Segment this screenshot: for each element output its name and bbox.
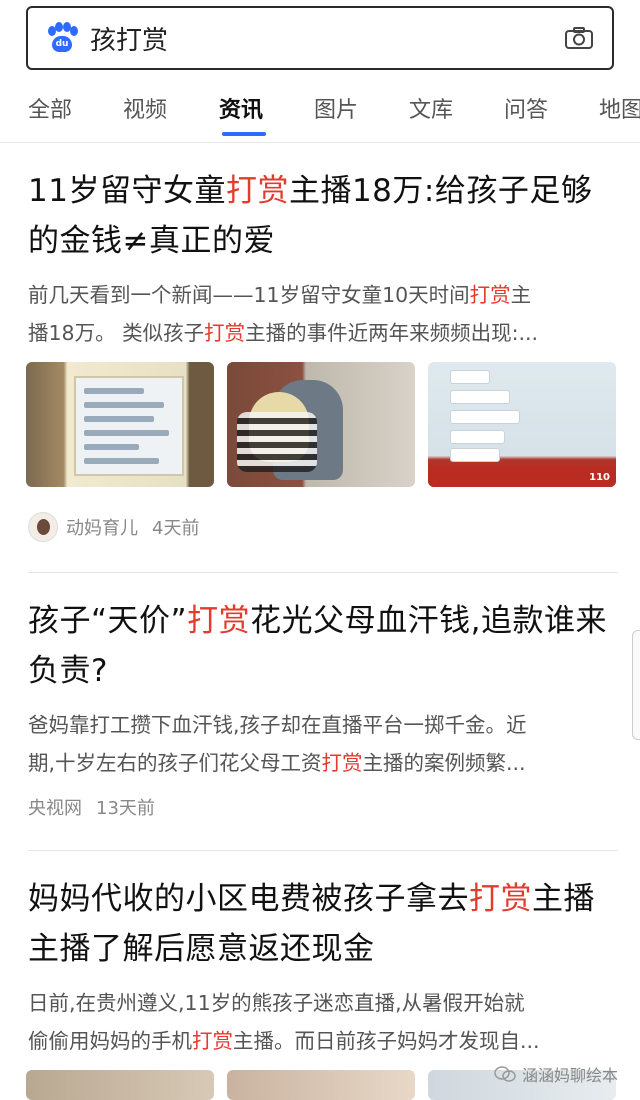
- item-divider: [28, 850, 618, 851]
- thumbnail-partial[interactable]: [26, 1070, 214, 1100]
- tab-library[interactable]: 文库: [409, 92, 453, 124]
- tab-news[interactable]: 资讯: [219, 92, 263, 124]
- tab-map[interactable]: 地图: [599, 92, 640, 124]
- news-item[interactable]: 妈妈代收的小区电费被孩子拿去打赏主播 主播了解后愿意返还现金 日前,在贵州遵义,1…: [28, 874, 618, 1060]
- news-time: 4天前: [152, 518, 200, 539]
- news-source[interactable]: 央视网: [28, 794, 82, 820]
- wechat-watermark: 涵涵妈聊绘本: [494, 1062, 618, 1086]
- tab-qa[interactable]: 问答: [504, 92, 548, 124]
- source-avatar: [28, 512, 58, 542]
- tab-all[interactable]: 全部: [28, 92, 72, 124]
- news-title[interactable]: 孩子“天价”打赏花光父母血汗钱,追款谁来 负责?: [28, 596, 618, 696]
- thumbnail-partial[interactable]: [227, 1070, 415, 1100]
- news-item[interactable]: 11岁留守女童打赏主播18万:给孩子足够 的金钱≠真正的爱 前几天看到一个新闻——…: [28, 166, 618, 352]
- category-tabs: 全部 视频 资讯 图片 文库 问答 地图: [0, 82, 640, 142]
- news-title[interactable]: 11岁留守女童打赏主播18万:给孩子足够 的金钱≠真正的爱: [28, 166, 618, 266]
- thumbnail-child-with-bear[interactable]: [227, 362, 415, 487]
- news-meta: 动妈育儿 4天前: [28, 512, 199, 542]
- news-snippet: 前几天看到一个新闻——11岁留守女童10天时间打赏主 播18万。 类似孩子打赏主播…: [28, 283, 539, 345]
- news-item[interactable]: 孩子“天价”打赏花光父母血汗钱,追款谁来 负责? 爸妈靠打工攒下血汗钱,孩子却在直…: [28, 596, 618, 820]
- news-source[interactable]: 动妈育儿: [66, 514, 138, 540]
- active-tab-indicator: [222, 132, 266, 136]
- news-time: 13天前: [96, 798, 155, 819]
- baidu-paw-logo-icon: du: [46, 22, 78, 54]
- logo-text: du: [52, 36, 72, 52]
- item-divider: [28, 572, 618, 573]
- scroll-handle[interactable]: [632, 630, 640, 740]
- tab-video[interactable]: 视频: [123, 92, 167, 124]
- news-snippet: 爸妈靠打工攒下血汗钱,孩子却在直播平台一掷千金。近 期,十岁左右的孩子们花父母工资…: [28, 713, 527, 775]
- news-meta: 央视网 13天前: [28, 794, 618, 820]
- search-bar[interactable]: du 孩打赏: [26, 6, 614, 70]
- camera-icon[interactable]: [564, 26, 594, 50]
- tab-images[interactable]: 图片: [314, 92, 358, 124]
- news-title[interactable]: 妈妈代收的小区电费被孩子拿去打赏主播 主播了解后愿意返还现金: [28, 874, 618, 974]
- search-input[interactable]: 孩打赏: [90, 20, 564, 57]
- news-snippet: 日前,在贵州遵义,11岁的熊孩子迷恋直播,从暑假开始就 偷偷用妈妈的手机打赏主播。…: [28, 991, 540, 1053]
- tabs-divider: [0, 142, 640, 143]
- thumbnail-phone-screen[interactable]: [26, 362, 214, 487]
- watermark-text: 涵涵妈聊绘本: [521, 1066, 618, 1085]
- wechat-icon: [494, 1066, 516, 1082]
- news-thumbnails: 110: [26, 362, 616, 487]
- thumbnail-chat-news[interactable]: 110: [428, 362, 616, 487]
